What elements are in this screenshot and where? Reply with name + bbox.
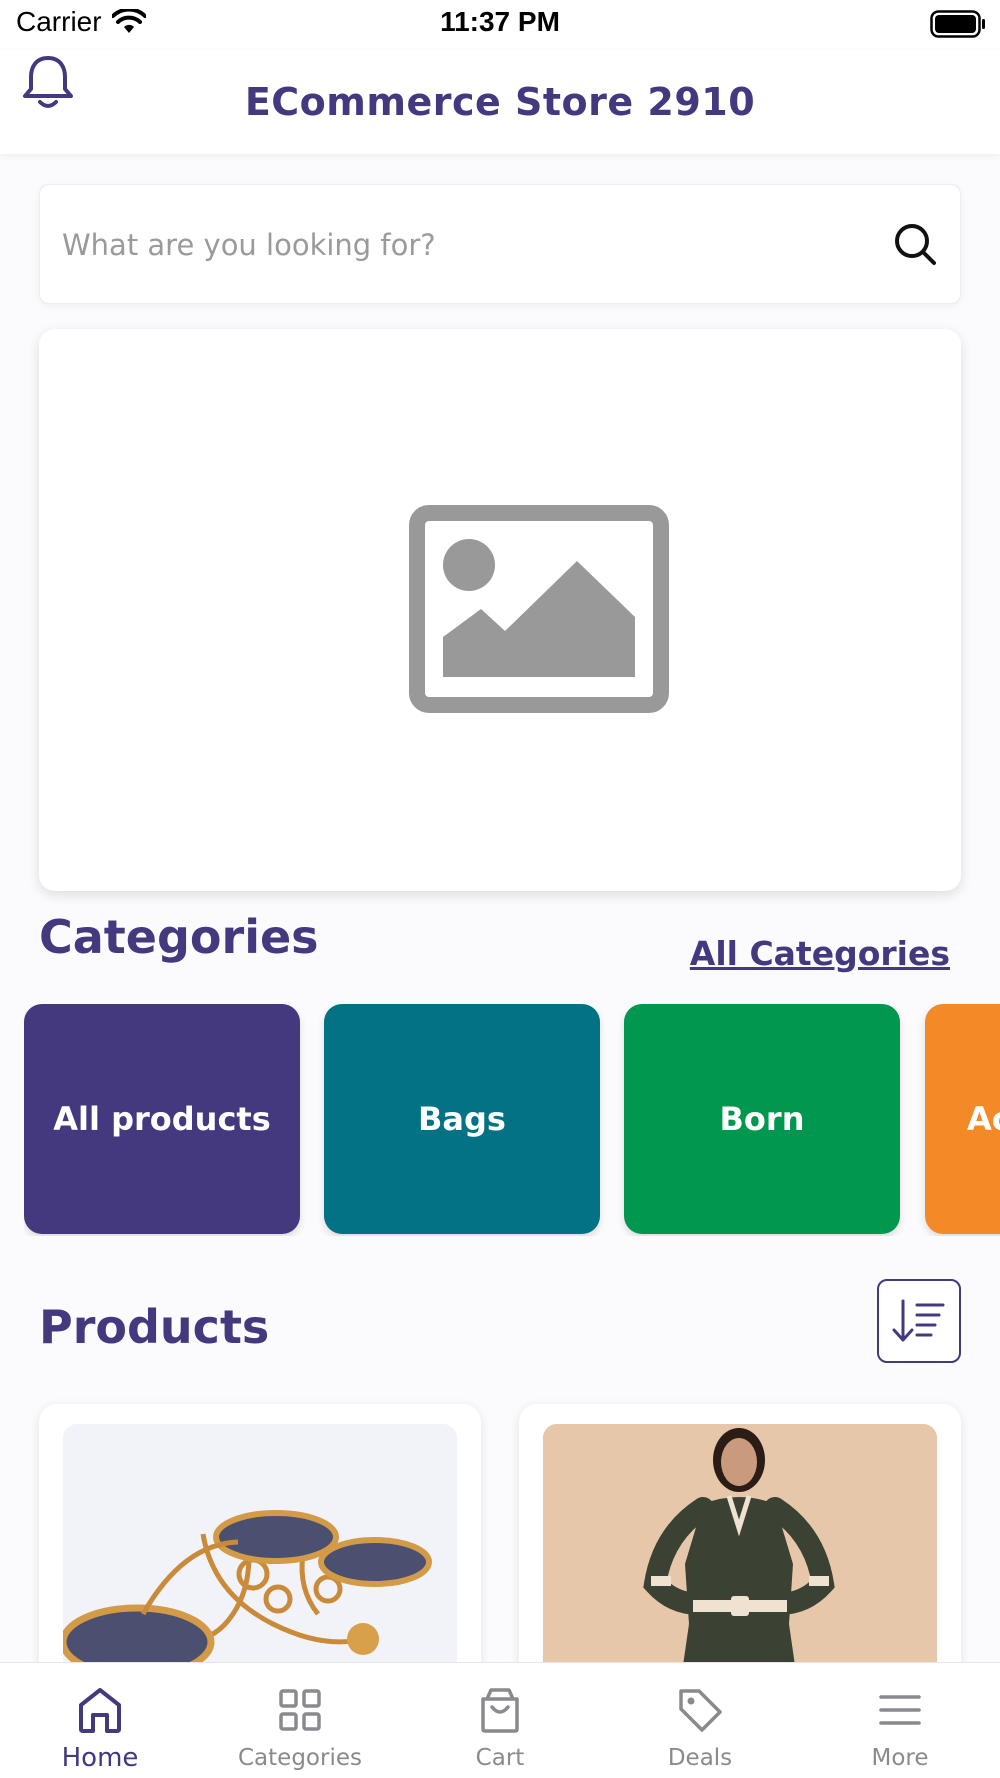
search-input[interactable] [62,215,842,275]
grid-icon [279,1689,321,1731]
page-title: ECommerce Store 2910 [244,80,756,124]
tab-label: Deals [667,1745,733,1771]
home-icon [79,1688,121,1733]
category-label: Born [719,1100,805,1138]
status-bar: Carrier 11:37 PM [0,0,1000,50]
bag-icon [481,1688,519,1733]
tab-label: Cart [475,1745,525,1771]
search-icon[interactable] [892,221,938,267]
bottom-tab-bar: Home Categories Cart Deals More [0,1662,1000,1778]
sort-icon [892,1299,945,1342]
tab-home[interactable]: Home [0,1663,200,1778]
products-heading: Products [39,1300,270,1354]
category-tile-born[interactable]: Born [624,1004,900,1234]
category-tile-bags[interactable]: Bags [324,1004,600,1234]
tab-label: Categories [238,1745,362,1771]
tab-label: Home [61,1743,139,1773]
category-carousel[interactable]: All products Bags Born Ac [24,1004,1000,1236]
image-placeholder-icon [409,505,669,713]
category-label: Ac [967,1100,1000,1138]
tab-more[interactable]: More [800,1663,1000,1778]
sort-button[interactable] [877,1279,961,1363]
tab-categories[interactable]: Categories [200,1663,400,1778]
menu-icon [879,1695,921,1725]
tab-deals[interactable]: Deals [600,1663,800,1778]
categories-heading: Categories [39,910,319,964]
promo-banner[interactable] [39,329,961,891]
app-header: ECommerce Store 2910 [0,50,1000,154]
all-categories-link[interactable]: All Categories [690,934,950,973]
tag-icon [679,1689,722,1732]
category-label: Bags [418,1100,506,1138]
tab-label: More [871,1745,929,1771]
search-bar [39,184,961,304]
category-label: All products [53,1100,271,1138]
status-time: 11:37 PM [440,6,560,37]
battery-icon [930,10,985,38]
app-screen: Carrier 11:37 PM ECommerce Store 2910 Wh… [0,0,1000,1778]
tab-cart[interactable]: Cart [400,1663,600,1778]
category-tile-all-products[interactable]: All products [24,1004,300,1234]
category-tile-accessories[interactable]: Ac [925,1004,1000,1234]
